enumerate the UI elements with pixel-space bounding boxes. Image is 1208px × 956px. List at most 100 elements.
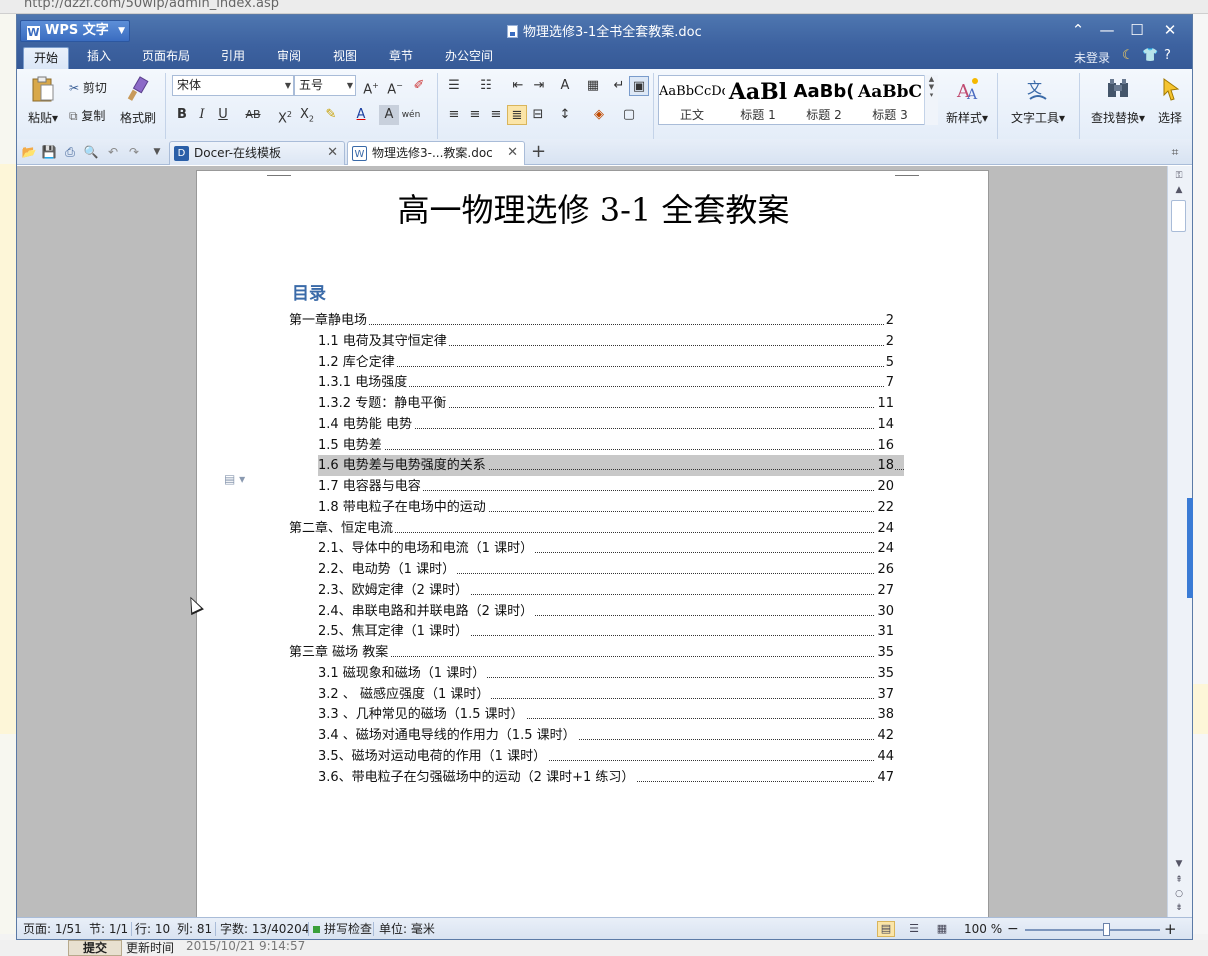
- numbered-list-icon[interactable]: ☷: [476, 76, 496, 96]
- toc-entry[interactable]: 1.3.1 电场强度 7: [318, 372, 894, 394]
- bold-button[interactable]: B: [172, 105, 192, 125]
- line-spacing-icon[interactable]: ↕: [555, 105, 575, 125]
- toc-entry[interactable]: 2.3、欧姆定律（2 课时） 27: [318, 579, 894, 601]
- toc-entry[interactable]: 第三章 磁场 教案 35: [289, 642, 894, 663]
- submit-button[interactable]: 提交: [68, 940, 122, 956]
- subscript-button[interactable]: X2: [297, 105, 317, 125]
- zoom-in-button[interactable]: +: [1164, 918, 1177, 940]
- new-style-button[interactable]: AA 新样式▾: [941, 75, 993, 126]
- toc-entry[interactable]: 2.2、电动势（1 课时） 26: [318, 559, 894, 580]
- browser-url-bar[interactable]: http://dzzf.com/50wip/admin_index.asp: [0, 0, 1208, 14]
- grow-font-button[interactable]: A+: [361, 76, 381, 97]
- toc-entry[interactable]: 1.2 库仑定律 5: [318, 351, 894, 373]
- shirt-icon[interactable]: 👕: [1142, 48, 1158, 63]
- toc-entry[interactable]: 1.8 带电粒子在电场中的运动 22: [318, 496, 894, 518]
- text-tools-button[interactable]: 文 文字工具▾: [1007, 75, 1069, 126]
- open-folder-icon[interactable]: 📂: [21, 144, 37, 160]
- toc-entry[interactable]: 2.1、导体中的电场和电流（1 课时） 24: [318, 538, 894, 560]
- close-icon[interactable]: ✕: [327, 142, 338, 164]
- style-heading-3[interactable]: AaBbC 标题 3: [857, 76, 923, 124]
- paste-button[interactable]: 粘贴▾: [23, 75, 63, 126]
- font-color-button[interactable]: A: [351, 105, 371, 125]
- web-view-icon[interactable]: ▦: [933, 921, 951, 937]
- toc-entry[interactable]: 3.3 、几种常见的磁场（1.5 课时） 38: [318, 704, 894, 726]
- tab-office-space[interactable]: 办公空间: [435, 45, 503, 69]
- phonetic-guide-icon[interactable]: wén: [401, 105, 421, 125]
- table-icon[interactable]: ▦: [583, 76, 603, 96]
- tab-page-layout[interactable]: 页面布局: [132, 45, 200, 69]
- page-nav-icon[interactable]: ⚿: [1173, 170, 1185, 182]
- status-wordcount[interactable]: 字数: 13/40204: [220, 918, 309, 940]
- font-size-combo[interactable]: 五号 ▼: [294, 75, 356, 96]
- maximize-button[interactable]: ☐: [1124, 19, 1150, 41]
- toc-entry[interactable]: 3.2 、 磁感应强度（1 课时） 37: [318, 683, 894, 705]
- copy-button[interactable]: ⧉ 复制: [69, 107, 105, 124]
- tab-chapter[interactable]: 章节: [379, 45, 423, 69]
- help-icon[interactable]: ?: [1164, 48, 1171, 63]
- minimize-button[interactable]: —: [1094, 19, 1120, 41]
- collapse-ribbon-button[interactable]: ⌃: [1065, 19, 1091, 41]
- show-hide-icon[interactable]: ▣: [629, 76, 649, 96]
- zoom-level[interactable]: 100 %: [964, 918, 1002, 940]
- tab-references[interactable]: 引用: [211, 45, 255, 69]
- font-name-combo[interactable]: 宋体 ▼: [172, 75, 294, 96]
- zoom-out-button[interactable]: −: [1007, 918, 1019, 940]
- align-right-icon[interactable]: ≡: [486, 105, 506, 125]
- italic-button[interactable]: I: [192, 105, 212, 125]
- toc-entry[interactable]: 1.1 电荷及其守恒定律 2: [318, 330, 894, 352]
- toc-entry[interactable]: 3.4 、磁场对通电导线的作用力（1.5 课时） 42: [318, 725, 894, 746]
- underline-button[interactable]: U: [213, 105, 233, 125]
- toc-entry[interactable]: 1.7 电容器与电容 20: [318, 476, 894, 497]
- toc-entry[interactable]: 第二章、恒定电流 24: [289, 517, 894, 539]
- prev-page-icon[interactable]: ⇞: [1173, 874, 1185, 886]
- shading-icon[interactable]: ◈: [589, 105, 609, 125]
- customize-qa-icon[interactable]: ▼: [149, 144, 165, 160]
- close-icon[interactable]: ✕: [507, 142, 518, 164]
- toc-entry[interactable]: 2.5、焦耳定律（1 课时） 31: [318, 621, 894, 643]
- close-button[interactable]: ✕: [1157, 19, 1183, 41]
- toc-entry[interactable]: 1.5 电势差 16: [318, 434, 894, 456]
- skin-icon[interactable]: ☾: [1122, 48, 1134, 63]
- toc-entry[interactable]: 3.5、磁场对运动电荷的作用（1 课时） 44: [318, 745, 894, 767]
- tab-docer[interactable]: D Docer-在线模板 ✕: [169, 141, 345, 165]
- superscript-button[interactable]: X2: [275, 105, 295, 126]
- clear-format-icon[interactable]: ✐: [409, 76, 429, 96]
- tab-home[interactable]: 开始: [23, 47, 70, 69]
- bullet-list-icon[interactable]: ☰: [444, 76, 464, 96]
- toc-entry[interactable]: 1.3.2 专题：静电平衡 11: [318, 393, 894, 414]
- outline-view-icon[interactable]: ☰: [905, 921, 923, 937]
- new-tab-button[interactable]: +: [531, 141, 546, 163]
- style-normal[interactable]: AaBbCcDd 正文: [659, 76, 725, 124]
- document-page[interactable]: 高一物理选修 3-1 全套教案 目录 第一章静电场 2 1.1 电荷及其守恒定律 2 1…: [196, 170, 989, 917]
- zoom-slider-thumb[interactable]: [1102, 923, 1110, 936]
- align-left-icon[interactable]: ≡: [444, 105, 464, 125]
- highlight-icon[interactable]: ✎: [321, 105, 341, 125]
- save-icon[interactable]: 💾: [41, 144, 57, 160]
- wps-menu-button[interactable]: W WPS 文字 ▼: [20, 20, 130, 42]
- tab-list-icon[interactable]: ⌗: [1167, 144, 1183, 160]
- login-status[interactable]: 未登录: [1074, 49, 1110, 66]
- paragraph-mark-icon[interactable]: ↵: [609, 76, 629, 96]
- toc-entry[interactable]: 1.4 电势能 电势 14: [318, 413, 894, 435]
- paragraph-marker-icon[interactable]: ▤ ▾: [224, 472, 254, 486]
- toc-entry[interactable]: 1.6 电势差与电势强度的关系 18: [318, 455, 904, 477]
- style-heading-2[interactable]: AaBb( 标题 2: [791, 76, 857, 124]
- scroll-up-icon[interactable]: ▲: [1173, 184, 1185, 196]
- next-page-icon[interactable]: ⇟: [1173, 902, 1185, 914]
- toc-entry[interactable]: 2.4、串联电路和并联电路（2 课时） 30: [318, 600, 894, 622]
- scroll-thumb[interactable]: [1171, 200, 1186, 232]
- tab-view[interactable]: 视图: [323, 45, 367, 69]
- document-area[interactable]: 高一物理选修 3-1 全套教案 目录 第一章静电场 2 1.1 电荷及其守恒定律 2 1…: [17, 166, 1167, 917]
- styles-scroll[interactable]: ▲ ▼ ▾: [924, 75, 938, 125]
- justify-icon[interactable]: ≣: [507, 105, 527, 125]
- increase-indent-icon[interactable]: ⇥: [529, 76, 549, 96]
- align-center-icon[interactable]: ≡: [465, 105, 485, 125]
- shrink-font-button[interactable]: A−: [385, 76, 405, 97]
- undo-icon[interactable]: ↶: [105, 144, 121, 160]
- zoom-slider[interactable]: [1025, 929, 1160, 931]
- select-browse-object-icon[interactable]: ○: [1173, 888, 1185, 900]
- distribute-icon[interactable]: ⊟: [528, 105, 548, 125]
- tab-current-document[interactable]: W 物理选修3-...教案.doc ✕: [347, 141, 525, 165]
- borders-icon[interactable]: ▢: [619, 105, 639, 125]
- style-heading-1[interactable]: AaBl 标题 1: [725, 76, 791, 124]
